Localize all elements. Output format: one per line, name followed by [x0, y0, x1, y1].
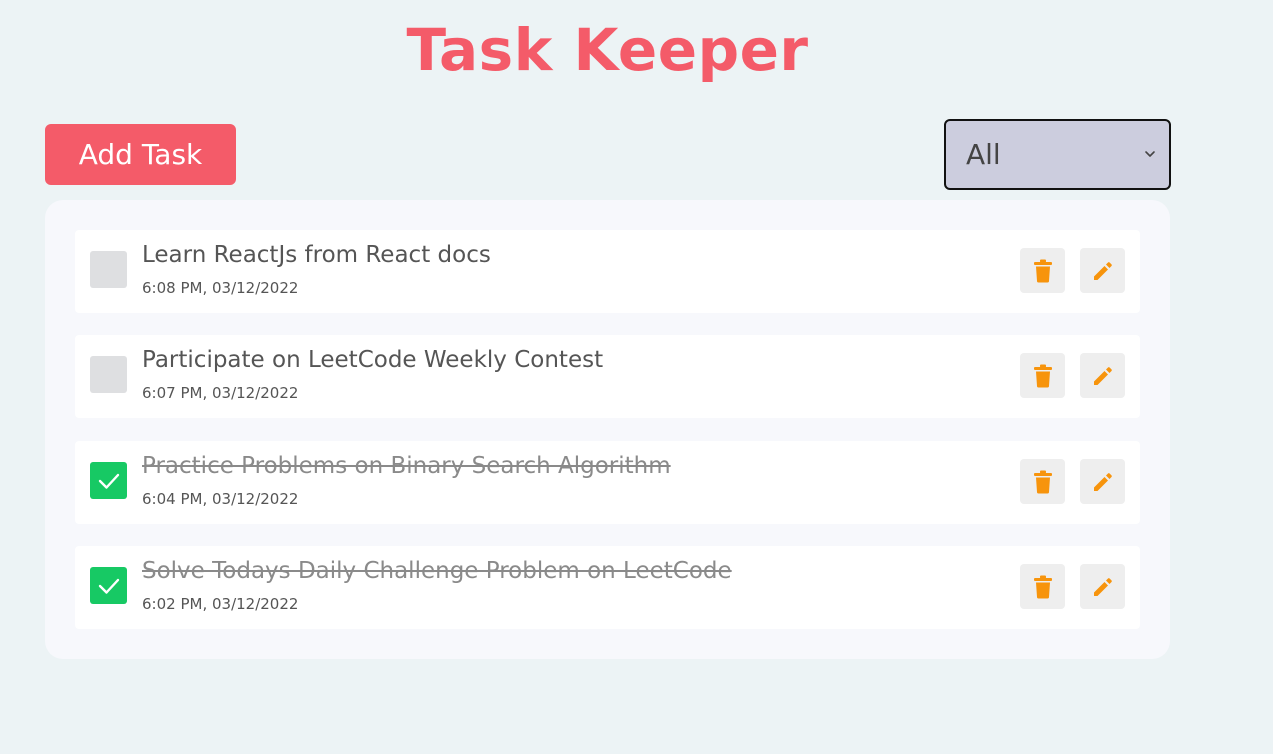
check-icon — [98, 578, 119, 594]
task-checkbox[interactable] — [90, 356, 127, 393]
task-checkbox[interactable] — [90, 251, 127, 288]
task-item: Solve Todays Daily Challenge Problem on … — [75, 546, 1140, 629]
task-timestamp: 6:04 PM, 03/12/2022 — [142, 490, 299, 508]
edit-task-button[interactable] — [1080, 353, 1125, 398]
edit-task-button[interactable] — [1080, 459, 1125, 504]
task-item: Learn ReactJs from React docs 6:08 PM, 0… — [75, 230, 1140, 313]
trash-icon — [1033, 575, 1052, 598]
task-title: Learn ReactJs from React docs — [142, 242, 491, 268]
edit-task-button[interactable] — [1080, 248, 1125, 293]
delete-task-button[interactable] — [1020, 353, 1065, 398]
add-task-button[interactable]: Add Task — [45, 124, 236, 185]
trash-icon — [1033, 364, 1052, 387]
task-title: Participate on LeetCode Weekly Contest — [142, 347, 604, 373]
chevron-down-icon — [1145, 151, 1155, 157]
pencil-icon — [1093, 261, 1112, 280]
edit-task-button[interactable] — [1080, 564, 1125, 609]
task-list: Learn ReactJs from React docs 6:08 PM, 0… — [45, 200, 1170, 659]
filter-selected-value: All — [966, 138, 1001, 171]
task-item: Participate on LeetCode Weekly Contest 6… — [75, 335, 1140, 418]
task-title: Practice Problems on Binary Search Algor… — [142, 453, 671, 479]
task-timestamp: 6:07 PM, 03/12/2022 — [142, 384, 299, 402]
pencil-icon — [1093, 472, 1112, 491]
app-title: Task Keeper — [406, 16, 809, 84]
check-icon — [98, 473, 119, 489]
pencil-icon — [1093, 366, 1112, 385]
delete-task-button[interactable] — [1020, 564, 1065, 609]
delete-task-button[interactable] — [1020, 459, 1065, 504]
trash-icon — [1033, 259, 1052, 282]
pencil-icon — [1093, 577, 1112, 596]
trash-icon — [1033, 470, 1052, 493]
task-checkbox[interactable] — [90, 462, 127, 499]
task-timestamp: 6:02 PM, 03/12/2022 — [142, 595, 299, 613]
delete-task-button[interactable] — [1020, 248, 1065, 293]
task-item: Practice Problems on Binary Search Algor… — [75, 441, 1140, 524]
task-timestamp: 6:08 PM, 03/12/2022 — [142, 279, 299, 297]
task-checkbox[interactable] — [90, 567, 127, 604]
status-filter-select[interactable]: All — [944, 119, 1171, 190]
task-title: Solve Todays Daily Challenge Problem on … — [142, 558, 732, 584]
